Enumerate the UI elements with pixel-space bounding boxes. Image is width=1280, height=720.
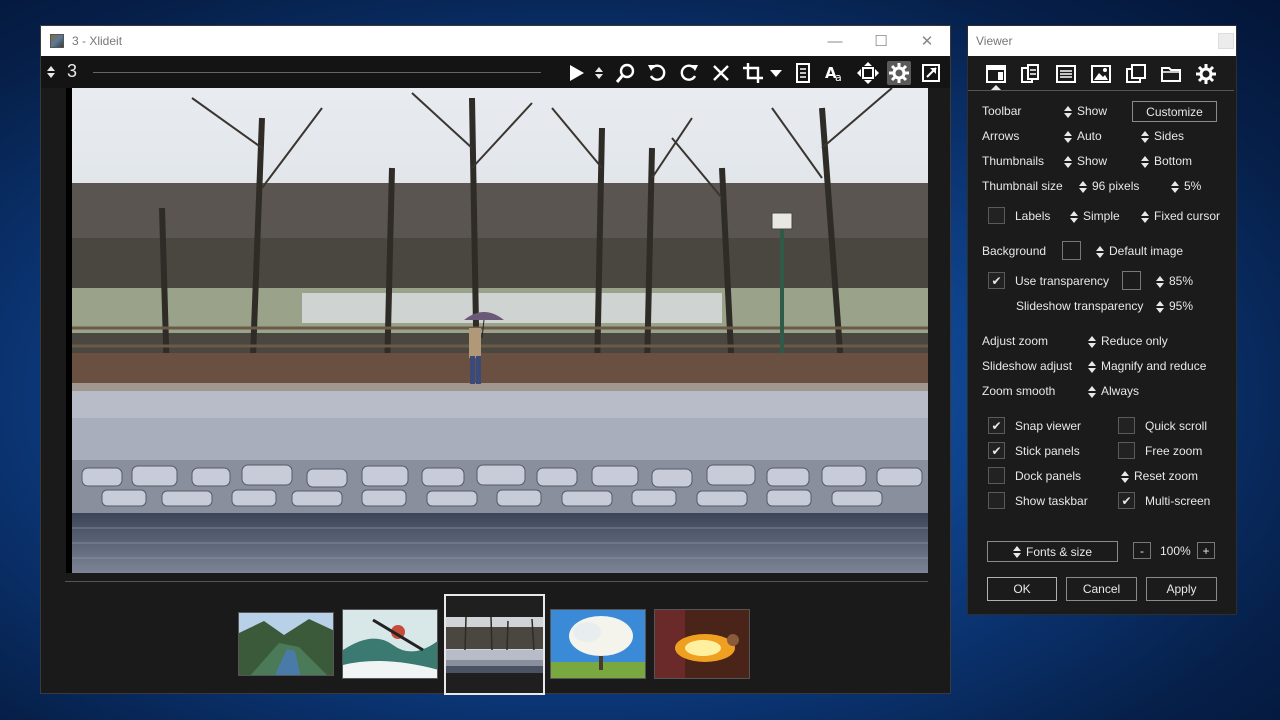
stick-panels-label: Stick panels xyxy=(1015,444,1080,458)
image-index-spinner-icon[interactable] xyxy=(47,65,55,78)
snap-viewer-checkbox[interactable]: ✔ xyxy=(988,417,1005,434)
quick-scroll-checkbox[interactable] xyxy=(1118,417,1135,434)
labels-style-dropdown[interactable]: Simple xyxy=(1070,209,1120,223)
free-zoom-checkbox[interactable] xyxy=(1118,442,1135,459)
image-thumbnail-separator xyxy=(65,581,928,582)
minimize-button[interactable]: — xyxy=(812,26,858,56)
maximize-button[interactable]: ☐ xyxy=(858,26,904,56)
dock-panels-checkbox[interactable] xyxy=(988,467,1005,484)
labels-checkbox[interactable] xyxy=(988,207,1005,224)
toolbar-label: Toolbar xyxy=(982,104,1022,118)
tab-settings-gear-icon[interactable] xyxy=(1194,62,1218,86)
thumbnail-walker-by-canal-selected[interactable] xyxy=(444,594,545,695)
adjust-zoom-dropdown[interactable]: Reduce only xyxy=(1088,334,1168,348)
position-slider[interactable] xyxy=(93,72,541,73)
labels-label: Labels xyxy=(1015,209,1051,223)
delete-x-icon[interactable] xyxy=(709,61,733,85)
thumbnails-dropdown[interactable]: Show xyxy=(1064,154,1107,168)
slideshow-speed-spinner-icon[interactable] xyxy=(592,61,606,85)
zoom-search-icon[interactable] xyxy=(614,61,638,85)
thumbnail-kayaker[interactable] xyxy=(342,609,438,679)
svg-text:a: a xyxy=(835,71,842,84)
slideshow-adjust-dropdown[interactable]: Magnify and reduce xyxy=(1088,359,1206,373)
thumbnails-label: Thumbnails xyxy=(982,154,1045,168)
tab-divider xyxy=(968,90,1234,91)
toolbar-dropdown[interactable]: Show xyxy=(1064,104,1107,118)
cancel-button[interactable]: Cancel xyxy=(1066,577,1137,601)
settings-gear-icon[interactable] xyxy=(887,61,911,85)
viewer-title: Viewer xyxy=(976,34,1013,48)
stick-panels-checkbox[interactable]: ✔ xyxy=(988,442,1005,459)
zoom-smooth-dropdown[interactable]: Always xyxy=(1088,384,1139,398)
main-window: 3 - Xlideit — ☐ ✕ 3 A a xyxy=(40,25,952,695)
free-zoom-label: Free zoom xyxy=(1145,444,1203,458)
thumbnail-fire-breather[interactable] xyxy=(654,609,750,679)
viewer-toolbar: 3 Aa xyxy=(41,56,950,88)
slideshow-adjust-label: Slideshow adjust xyxy=(982,359,1073,373)
multi-screen-label: Multi-screen xyxy=(1145,494,1211,508)
close-button[interactable]: ✕ xyxy=(904,26,950,56)
background-label: Background xyxy=(982,244,1047,258)
font-decrease-button[interactable]: - xyxy=(1133,542,1151,559)
slideshow-transparency-label: Slideshow transparency xyxy=(1016,299,1144,313)
thumbnail-blossom-tree[interactable] xyxy=(550,609,646,679)
use-transparency-label: Use transparency xyxy=(1015,274,1110,288)
show-taskbar-checkbox[interactable] xyxy=(988,492,1005,509)
reset-zoom-dropdown[interactable]: Reset zoom xyxy=(1121,469,1198,483)
customize-button[interactable]: Customize xyxy=(1132,101,1217,122)
zoom-smooth-label: Zoom smooth xyxy=(982,384,1056,398)
background-color-swatch[interactable] xyxy=(1062,241,1081,260)
tab-viewer-window-icon[interactable] xyxy=(984,62,1008,86)
tab-folder-icon[interactable] xyxy=(1159,62,1183,86)
show-taskbar-label: Show taskbar xyxy=(1015,494,1088,508)
thumbnail-size-pixels-spinner[interactable]: 96 pixels xyxy=(1079,179,1139,193)
xlideit-app-icon xyxy=(50,34,64,48)
arrows-label: Arrows xyxy=(982,129,1020,143)
apply-button[interactable]: Apply xyxy=(1146,577,1217,601)
viewer-close-button[interactable] xyxy=(1218,33,1234,49)
tab-image-icon[interactable] xyxy=(1089,62,1113,86)
thumbnail-strip xyxy=(41,594,952,695)
arrows-position-dropdown[interactable]: Sides xyxy=(1141,129,1184,143)
ok-button[interactable]: OK xyxy=(987,577,1057,601)
tab-clipboard-icon[interactable] xyxy=(1018,62,1042,86)
arrows-dropdown[interactable]: Auto xyxy=(1064,129,1102,143)
thumbnails-position-dropdown[interactable]: Bottom xyxy=(1141,154,1192,168)
external-open-icon[interactable] xyxy=(919,61,943,85)
thumbnail-size-label: Thumbnail size xyxy=(982,179,1063,193)
quick-scroll-label: Quick scroll xyxy=(1145,419,1208,433)
properties-sheet-icon[interactable] xyxy=(791,61,815,85)
crop-icon[interactable] xyxy=(741,61,765,85)
rotate-left-icon[interactable] xyxy=(645,61,669,85)
viewer-titlebar[interactable]: Viewer xyxy=(968,26,1236,56)
dock-panels-label: Dock panels xyxy=(1015,469,1082,483)
slideshow-transparency-spinner[interactable]: 95% xyxy=(1156,299,1193,313)
transparency-color-swatch[interactable] xyxy=(1122,271,1141,290)
tab-windows-icon[interactable] xyxy=(1124,62,1148,86)
image-index: 3 xyxy=(67,61,78,81)
thumbnail-fjord[interactable] xyxy=(238,612,334,676)
multi-screen-checkbox[interactable]: ✔ xyxy=(1118,492,1135,509)
labels-cursor-dropdown[interactable]: Fixed cursor xyxy=(1141,209,1220,223)
viewer-settings-panel: Viewer Toolbar Show Customize Arrows Aut… xyxy=(967,25,1237,615)
window-title: 3 - Xlideit xyxy=(72,34,123,48)
use-transparency-checkbox[interactable]: ✔ xyxy=(988,272,1005,289)
play-slideshow-icon[interactable] xyxy=(564,61,588,85)
thumbnail-size-percent-spinner[interactable]: 5% xyxy=(1171,179,1201,193)
text-font-icon[interactable]: Aa xyxy=(823,61,847,85)
tab-details-list-icon[interactable] xyxy=(1054,62,1078,86)
font-increase-button[interactable]: + xyxy=(1197,542,1215,559)
adjust-zoom-label: Adjust zoom xyxy=(982,334,1049,348)
fit-move-arrows-icon[interactable] xyxy=(856,61,880,85)
snap-viewer-label: Snap viewer xyxy=(1015,419,1082,433)
main-image[interactable] xyxy=(66,88,928,573)
main-titlebar[interactable]: 3 - Xlideit — ☐ ✕ xyxy=(41,26,950,56)
background-image-dropdown[interactable]: Default image xyxy=(1096,244,1183,258)
fonts-size-button[interactable]: Fonts & size xyxy=(987,541,1118,562)
viewer-tab-bar xyxy=(968,56,1236,92)
transparency-spinner[interactable]: 85% xyxy=(1156,274,1193,288)
font-zoom-value: 100% xyxy=(1160,544,1191,558)
rotate-right-icon[interactable] xyxy=(677,61,701,85)
crop-dropdown-icon[interactable] xyxy=(769,61,783,85)
